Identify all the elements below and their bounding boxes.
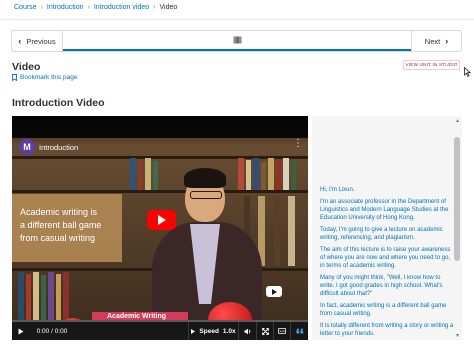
transcript-scrollbar-thumb[interactable] — [454, 137, 460, 261]
book — [63, 272, 69, 322]
closed-captions-icon — [278, 328, 286, 334]
scroll-down-icon[interactable]: ▼ — [455, 333, 460, 339]
book — [274, 196, 280, 266]
book — [261, 162, 266, 190]
transcript-line[interactable]: Many of you might think, "Well, I know h… — [320, 274, 456, 298]
next-button[interactable]: Next › — [411, 31, 461, 51]
book — [145, 158, 151, 190]
book — [41, 275, 46, 322]
transcript-line[interactable]: Hi, I'm Lixun. — [320, 186, 456, 194]
channel-avatar[interactable]: M — [19, 139, 35, 155]
youtube-play-button[interactable] — [147, 210, 176, 230]
breadcrumb-separator: › — [153, 4, 156, 11]
book — [276, 160, 281, 190]
breadcrumb-separator: › — [40, 4, 43, 11]
youtube-triangle-icon — [271, 288, 277, 295]
banner-text: Academic Writing — [107, 313, 166, 320]
play-icon — [18, 328, 24, 334]
scroll-up-icon[interactable]: ▲ — [455, 118, 460, 124]
overlay-line: Academic writing is — [20, 207, 98, 217]
view-unit-in-studio-button[interactable]: VIEW UNIT IN STUDIO — [403, 60, 460, 70]
book — [130, 158, 136, 190]
book — [138, 160, 143, 190]
breadcrumb-introduction[interactable]: Introduction — [47, 4, 84, 11]
fullscreen-button[interactable] — [256, 322, 273, 340]
bookmark-icon — [12, 74, 17, 81]
sequence-navigation: ‹ Previous Next › — [11, 30, 462, 52]
breadcrumb-course[interactable]: Course — [14, 4, 37, 11]
volume-button[interactable] — [238, 322, 256, 340]
speed-value: 1.0x — [222, 327, 236, 335]
transcript-line[interactable]: Today, I'm going to give a lecture on ac… — [320, 226, 456, 242]
video-header-gradient — [12, 116, 308, 146]
speaker-glasses — [190, 191, 222, 199]
quote-icon — [296, 328, 303, 334]
section-title: Introduction Video — [12, 97, 105, 109]
speed-label: Speed — [199, 327, 219, 335]
overlay-line: from casual writing — [20, 233, 96, 243]
speaker-hair — [184, 168, 226, 188]
header-divider — [0, 19, 474, 20]
chevron-left-icon: ‹ — [18, 36, 22, 46]
bookshelf-line — [12, 190, 308, 193]
video-frame: Academic writing is a different ball gam… — [12, 138, 308, 338]
book — [288, 196, 295, 266]
transcript-panel[interactable]: Hi, I'm Lixun. I'm an associate professo… — [312, 116, 462, 340]
volume-icon — [244, 328, 250, 334]
overlay-line: a different ball game — [20, 220, 102, 230]
more-options-icon[interactable]: ⋮ — [293, 139, 303, 149]
captions-button[interactable] — [273, 322, 290, 340]
bookshelf-line — [12, 156, 308, 159]
book — [48, 272, 54, 322]
next-label: Next — [424, 36, 441, 46]
speed-button[interactable]: Speed 1.0x — [188, 322, 238, 340]
breadcrumb-current: Video — [159, 4, 178, 11]
mouse-cursor-icon — [464, 67, 471, 77]
breadcrumb-separator: › — [87, 4, 90, 11]
book — [33, 272, 39, 322]
time-display: 0:00 / 0:00 — [36, 327, 68, 335]
book — [253, 158, 259, 190]
bookmark-button[interactable]: Bookmark this page — [12, 74, 77, 81]
book — [153, 161, 158, 190]
book — [246, 160, 251, 190]
unit-title: Video — [12, 61, 41, 73]
sequence-tab-video[interactable] — [63, 31, 412, 51]
chevron-right-icon: › — [445, 36, 449, 46]
book — [291, 161, 296, 190]
bookmark-label: Bookmark this page — [20, 74, 78, 81]
youtube-logo-icon[interactable] — [266, 286, 282, 297]
book — [283, 158, 289, 190]
video-player[interactable]: Academic writing is a different ball gam… — [12, 116, 308, 340]
play-small-icon — [191, 328, 196, 334]
breadcrumb-introduction-video[interactable]: Introduction video — [94, 4, 149, 11]
play-triangle-icon — [157, 215, 166, 225]
video-icon — [233, 36, 242, 44]
video-title[interactable]: Introduction — [39, 143, 78, 152]
book — [26, 274, 31, 322]
breadcrumb: Course › Introduction › Introduction vid… — [14, 4, 177, 11]
play-button[interactable] — [12, 322, 30, 340]
transcript-toggle-button[interactable] — [290, 322, 308, 340]
transcript-line[interactable]: The aim of this lecture is to raise your… — [320, 246, 456, 270]
transcript-line[interactable]: In fact, academic writing is a different… — [320, 302, 456, 318]
previous-label: Previous — [26, 36, 56, 46]
expand-icon — [261, 327, 269, 335]
transcript-line[interactable]: It is totally different from writing a s… — [320, 322, 456, 338]
book — [268, 158, 274, 190]
previous-button[interactable]: ‹ Previous — [12, 31, 63, 51]
book — [18, 272, 24, 322]
overlay-caption: Academic writing is a different ball gam… — [20, 206, 130, 245]
book — [238, 158, 244, 190]
transcript-line[interactable]: I'm an associate professor in the Depart… — [320, 198, 456, 222]
book — [56, 274, 61, 322]
